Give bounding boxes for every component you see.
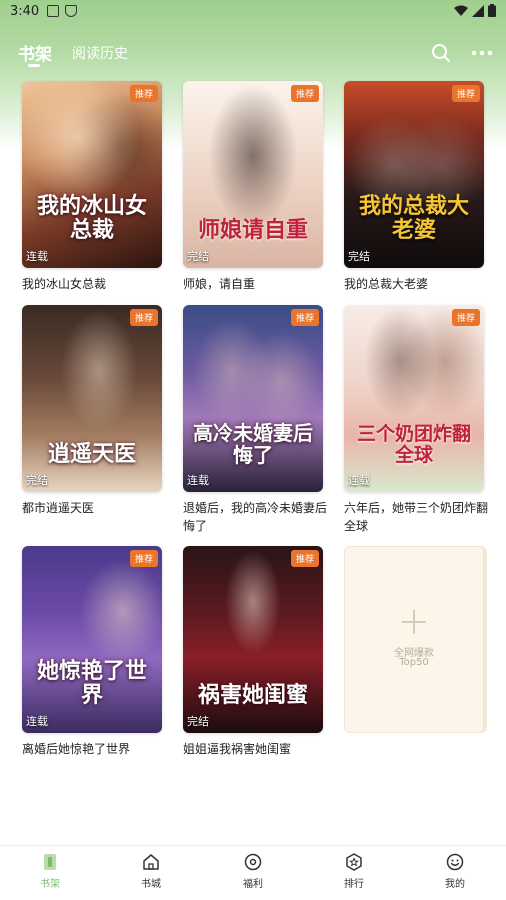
tab-bookshelf[interactable]: 书架 — [18, 40, 52, 65]
book-cover[interactable]: 逍遥天医 推荐 完结 — [22, 305, 162, 492]
book-cover[interactable]: 我的冰山女总裁 推荐 连载 — [22, 81, 162, 268]
cover-title: 她惊艳了世界 — [36, 657, 147, 708]
book-card[interactable]: 祸害她闺蜜 推荐 完结 姐姐逼我祸害她闺蜜 — [183, 546, 323, 758]
book-cover[interactable]: 三个奶团炸翻全球 推荐 连载 — [344, 305, 484, 492]
cover-title: 逍遥天医 — [47, 440, 136, 467]
book-title[interactable]: 我的冰山女总裁 — [22, 275, 168, 293]
nav-label: 福利 — [243, 879, 263, 890]
book-cover[interactable]: 我的总裁大老婆 推荐 完结 — [344, 81, 484, 268]
cover-title: 三个奶团炸翻全球 — [356, 423, 471, 467]
cover-title: 祸害她闺蜜 — [197, 681, 308, 708]
book-card[interactable]: 我的冰山女总裁 推荐 连载 我的冰山女总裁 — [22, 81, 162, 293]
nav-label: 排行 — [344, 879, 364, 890]
book-card[interactable]: 逍遥天医 推荐 完结 都市逍遥天医 — [22, 305, 162, 517]
cover-title: 我的冰山女总裁 — [36, 192, 147, 243]
book-cover[interactable]: 高冷未婚妻后悔了 推荐 连载 — [183, 305, 323, 492]
add-card-line2: Top50 — [399, 657, 429, 668]
nav-label: 书城 — [141, 879, 161, 890]
nav-ranking[interactable]: 排行 — [324, 846, 384, 900]
book-card[interactable]: 师娘请自重 推荐 完结 师娘，请自重 — [183, 81, 323, 293]
serial-status: 连载 — [26, 250, 48, 263]
book-title[interactable]: 六年后，她带三个奶团炸翻全球 — [344, 499, 490, 535]
book-cover[interactable]: 祸害她闺蜜 推荐 完结 — [183, 546, 323, 733]
recommend-badge: 推荐 — [129, 550, 158, 567]
serial-status: 完结 — [348, 250, 370, 263]
nav-profile[interactable]: 我的 — [425, 846, 485, 900]
book-title[interactable]: 我的总裁大老婆 — [344, 275, 490, 293]
top-header: 书架 阅读历史 — [0, 34, 506, 70]
nav-label: 我的 — [445, 879, 465, 890]
book-card[interactable]: 她惊艳了世界 推荐 连载 离婚后她惊艳了世界 — [22, 546, 162, 758]
tab-active-indicator — [28, 64, 40, 67]
plus-icon — [402, 610, 426, 634]
bookstore-icon — [143, 854, 159, 870]
recommend-badge: 推荐 — [290, 550, 319, 567]
book-title[interactable]: 都市逍遥天医 — [22, 499, 168, 517]
serial-status: 连载 — [187, 474, 209, 487]
serial-status: 完结 — [26, 474, 48, 487]
wifi-icon — [454, 5, 468, 16]
cover-title: 我的总裁大老婆 — [358, 192, 469, 243]
recommend-badge: 推荐 — [451, 309, 480, 326]
status-time: 3:40 — [10, 3, 40, 19]
serial-status: 完结 — [187, 715, 209, 728]
search-icon[interactable] — [430, 42, 452, 64]
recommend-badge: 推荐 — [290, 309, 319, 326]
cover-title: 高冷未婚妻后悔了 — [193, 421, 313, 467]
serial-status: 连载 — [348, 474, 370, 487]
battery-icon — [488, 4, 496, 17]
book-title[interactable]: 姐姐逼我祸害她闺蜜 — [183, 740, 329, 758]
shield-icon — [65, 5, 78, 17]
serial-status: 完结 — [187, 250, 209, 263]
recommend-badge: 推荐 — [451, 85, 480, 102]
notification-icon — [47, 5, 60, 17]
cover-title: 师娘请自重 — [197, 216, 308, 243]
book-card[interactable]: 我的总裁大老婆 推荐 完结 我的总裁大老婆 — [344, 81, 484, 293]
status-bar: 3:40 — [0, 0, 506, 22]
book-cover[interactable]: 她惊艳了世界 推荐 连载 — [22, 546, 162, 733]
bottom-nav: 书架 书城 福利 排行 我的 — [0, 845, 506, 900]
nav-welfare[interactable]: 福利 — [223, 846, 283, 900]
book-card[interactable]: 三个奶团炸翻全球 推荐 连载 六年后，她带三个奶团炸翻全球 — [344, 305, 488, 535]
ranking-icon — [346, 853, 362, 871]
serial-status: 连载 — [26, 715, 48, 728]
book-title[interactable]: 离婚后她惊艳了世界 — [22, 740, 168, 758]
nav-label: 书架 — [40, 879, 60, 890]
book-title[interactable]: 师娘，请自重 — [183, 275, 329, 293]
profile-icon — [446, 853, 464, 871]
book-card[interactable]: 高冷未婚妻后悔了 推荐 连载 退婚后，我的高冷未婚妻后悔了 — [183, 305, 327, 535]
signal-icon — [472, 4, 484, 17]
recommend-badge: 推荐 — [129, 309, 158, 326]
recommend-badge: 推荐 — [290, 85, 319, 102]
nav-bookstore[interactable]: 书城 — [121, 846, 181, 900]
book-cover[interactable]: 师娘请自重 推荐 完结 — [183, 81, 323, 268]
nav-bookshelf[interactable]: 书架 — [20, 846, 80, 900]
bookshelf-icon — [44, 854, 56, 870]
book-title[interactable]: 退婚后，我的高冷未婚妻后悔了 — [183, 499, 329, 535]
welfare-icon — [244, 853, 262, 871]
add-book-card[interactable]: 全网爆款 Top50 — [344, 546, 484, 733]
tab-reading-history[interactable]: 阅读历史 — [72, 43, 128, 63]
recommend-badge: 推荐 — [129, 85, 158, 102]
more-options-icon[interactable] — [470, 42, 494, 64]
